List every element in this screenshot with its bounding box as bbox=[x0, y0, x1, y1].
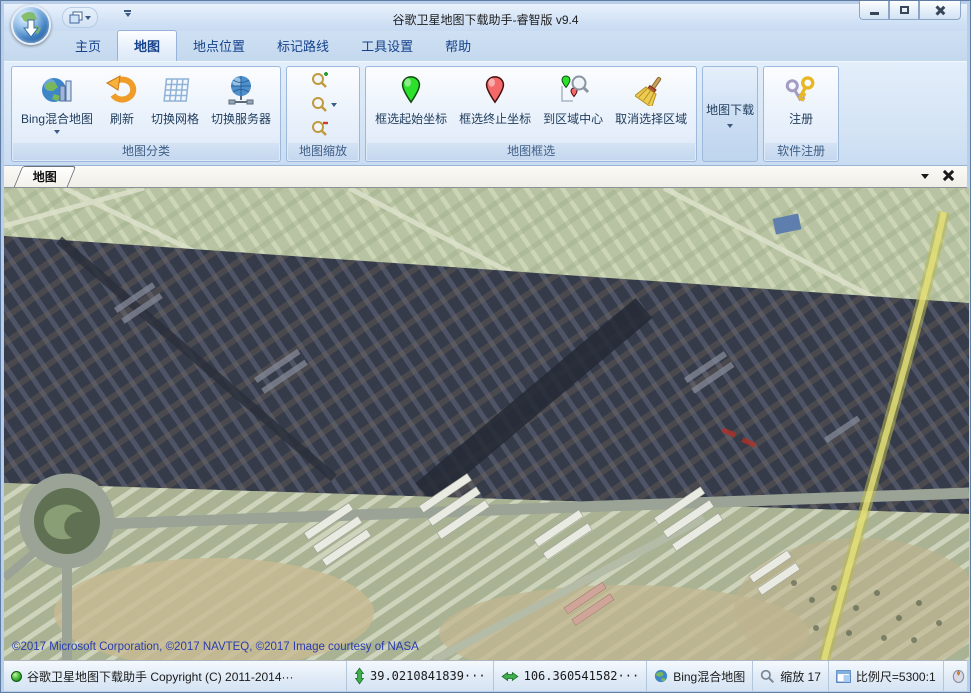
tab-list-dropdown-button[interactable] bbox=[921, 174, 929, 179]
close-button[interactable] bbox=[919, 1, 961, 20]
green-pin-icon bbox=[394, 73, 428, 107]
ribbon: Bing混合地图 刷新 bbox=[4, 61, 967, 166]
map-type-value: Bing混合地图 bbox=[673, 668, 745, 685]
group-caption: 地图分类 bbox=[13, 143, 279, 160]
region-center-icon bbox=[556, 73, 590, 107]
magnifier-icon bbox=[760, 669, 775, 684]
server-globe-icon bbox=[224, 73, 258, 107]
magnifier-icon bbox=[310, 96, 328, 114]
maximize-icon bbox=[900, 6, 909, 14]
status-scale: 比例尺=5300:1 bbox=[829, 661, 944, 691]
button-label: 地图下载 bbox=[706, 101, 754, 118]
group-caption: 地图框选 bbox=[367, 143, 695, 160]
window-controls bbox=[859, 1, 961, 20]
close-icon bbox=[935, 5, 946, 16]
status-app-info: 谷歌卫星地图下载助手 Copyright (C) 2011-2014··· bbox=[4, 661, 347, 691]
status-zoom: 缩放 17 bbox=[753, 661, 829, 691]
select-end-coordinate-button[interactable]: 框选终止坐标 bbox=[453, 69, 537, 143]
ribbon-group-map-category: Bing混合地图 刷新 bbox=[11, 66, 281, 162]
globe-icon bbox=[654, 669, 668, 683]
broom-icon bbox=[634, 73, 668, 107]
tab-mark-route[interactable]: 标记路线 bbox=[261, 31, 345, 61]
tab-close-button[interactable] bbox=[942, 169, 955, 182]
tab-map[interactable]: 地图 bbox=[117, 30, 177, 61]
status-date: 2017.01.09 bbox=[944, 661, 971, 691]
group-caption: 软件注册 bbox=[765, 143, 837, 160]
status-bar: 谷歌卫星地图下载助手 Copyright (C) 2011-2014··· 39… bbox=[4, 660, 967, 691]
latitude-value: 39.0210841839··· bbox=[370, 669, 486, 683]
button-label: 刷新 bbox=[110, 110, 134, 127]
document-tab-bar: 地图 bbox=[4, 166, 967, 188]
button-label: 切换网格 bbox=[151, 110, 199, 127]
title-bar: 谷歌卫星地图下载助手-睿智版 v9.4 bbox=[4, 4, 967, 31]
bing-hybrid-map-button[interactable]: Bing混合地图 bbox=[15, 69, 99, 143]
go-to-region-center-button[interactable]: 到区域中心 bbox=[537, 69, 609, 143]
button-label: 注册 bbox=[789, 110, 813, 127]
button-label: 框选终止坐标 bbox=[459, 110, 531, 127]
refresh-icon bbox=[105, 73, 139, 107]
map-download-button[interactable]: 地图下载 bbox=[702, 66, 758, 162]
group-caption: 地图缩放 bbox=[288, 143, 358, 160]
tab-tool-settings[interactable]: 工具设置 bbox=[345, 31, 429, 61]
cancel-selection-button[interactable]: 取消选择区域 bbox=[609, 69, 693, 143]
chevron-down-icon bbox=[727, 124, 733, 128]
maximize-button[interactable] bbox=[889, 1, 919, 20]
zoom-in-button[interactable] bbox=[306, 70, 341, 92]
register-button[interactable]: 注册 bbox=[778, 69, 824, 143]
button-label: 框选起始坐标 bbox=[375, 110, 447, 127]
refresh-button[interactable]: 刷新 bbox=[99, 69, 145, 143]
map-copyright: ©2017 Microsoft Corporation, ©2017 NAVTE… bbox=[12, 641, 419, 653]
ribbon-tab-bar: 主页 地图 地点位置 标记路线 工具设置 帮助 bbox=[4, 31, 967, 61]
globe-download-icon bbox=[13, 7, 49, 43]
window-title: 谷歌卫星地图下载助手-睿智版 v9.4 bbox=[4, 11, 967, 28]
tab-home[interactable]: 主页 bbox=[59, 31, 117, 61]
mouse-icon bbox=[951, 669, 966, 683]
vertical-arrows-icon bbox=[354, 667, 365, 685]
ribbon-group-map-zoom: 地图缩放 bbox=[286, 66, 360, 162]
select-start-coordinate-button[interactable]: 框选起始坐标 bbox=[369, 69, 453, 143]
app-window: 谷歌卫星地图下载助手-睿智版 v9.4 主页 地图 地点位置 标记路线 工具设置… bbox=[0, 0, 971, 693]
button-label: Bing混合地图 bbox=[21, 110, 93, 127]
tab-location[interactable]: 地点位置 bbox=[177, 31, 261, 61]
horizontal-arrows-icon bbox=[501, 671, 519, 682]
button-label: 到区域中心 bbox=[543, 110, 603, 127]
map-document-tab[interactable]: 地图 bbox=[14, 166, 77, 187]
zoom-select-button[interactable] bbox=[306, 94, 341, 116]
status-map-type: Bing混合地图 bbox=[647, 661, 753, 691]
longitude-value: 106.360541582··· bbox=[524, 669, 640, 683]
zoom-out-button[interactable] bbox=[306, 118, 341, 140]
map-document-tab-label: 地图 bbox=[33, 167, 57, 187]
zoom-value: 缩放 17 bbox=[780, 668, 821, 685]
red-pin-icon bbox=[478, 73, 512, 107]
toggle-grid-button[interactable]: 切换网格 bbox=[145, 69, 205, 143]
button-label: 切换服务器 bbox=[211, 110, 271, 127]
status-latitude: 39.0210841839··· bbox=[347, 661, 494, 691]
app-menu-orb[interactable] bbox=[11, 5, 51, 45]
keys-icon bbox=[784, 73, 818, 107]
scale-value: 比例尺=5300:1 bbox=[856, 668, 936, 685]
status-app-info-text: 谷歌卫星地图下载助手 Copyright (C) 2011-2014··· bbox=[27, 668, 294, 685]
button-label: 取消选择区域 bbox=[615, 110, 687, 127]
minimize-icon bbox=[870, 12, 879, 15]
satellite-map-viewport[interactable]: ©2017 Microsoft Corporation, ©2017 NAVTE… bbox=[4, 188, 969, 660]
minimize-button[interactable] bbox=[859, 1, 889, 20]
status-green-ball-icon bbox=[11, 671, 22, 682]
status-longitude: 106.360541582··· bbox=[494, 661, 648, 691]
grid-icon bbox=[158, 73, 192, 107]
zoom-out-icon bbox=[310, 120, 330, 138]
bing-hybrid-map-icon bbox=[40, 73, 74, 107]
zoom-in-icon bbox=[310, 72, 330, 90]
chevron-down-icon bbox=[331, 103, 337, 107]
satellite-imagery: ©2017 Microsoft Corporation, ©2017 NAVTE… bbox=[4, 188, 969, 660]
chevron-down-icon bbox=[54, 130, 60, 134]
ribbon-group-software-register: 注册 软件注册 bbox=[763, 66, 839, 162]
scale-icon bbox=[836, 670, 851, 683]
tab-help[interactable]: 帮助 bbox=[429, 31, 487, 61]
switch-server-button[interactable]: 切换服务器 bbox=[205, 69, 277, 143]
ribbon-group-map-select: 框选起始坐标 框选终止坐标 bbox=[365, 66, 697, 162]
